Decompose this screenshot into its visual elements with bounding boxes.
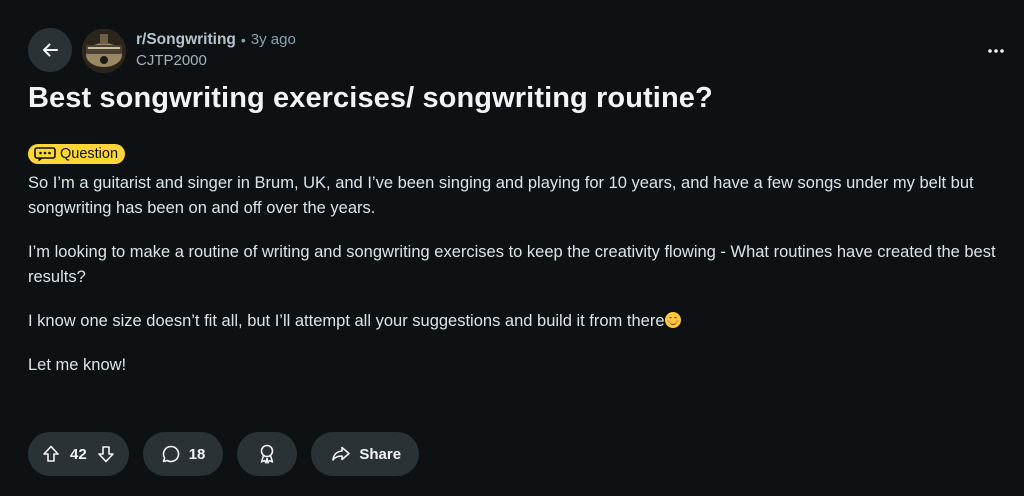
subreddit-avatar[interactable] bbox=[82, 29, 126, 73]
arrow-left-icon bbox=[40, 40, 60, 60]
meta-separator: • bbox=[240, 32, 246, 48]
upvote-button[interactable] bbox=[40, 443, 62, 465]
post-paragraph-text: I know one size doesn’t fit all, but I’l… bbox=[28, 312, 665, 330]
chat-bubble-icon bbox=[34, 147, 56, 161]
more-options-button[interactable] bbox=[984, 40, 1008, 62]
comment-count: 18 bbox=[188, 445, 206, 463]
share-button[interactable]: Share bbox=[311, 432, 420, 476]
post-paragraph: Let me know! bbox=[28, 356, 127, 374]
ellipsis-icon bbox=[987, 48, 1005, 54]
post-flair[interactable]: Question bbox=[28, 144, 126, 164]
post-paragraph: I’m looking to make a routine of writing… bbox=[28, 243, 996, 286]
share-label: Share bbox=[359, 445, 402, 463]
post-header: r/Songwriting • 3y ago CJTP2000 bbox=[28, 26, 1008, 76]
post-timestamp: 3y ago bbox=[250, 31, 296, 48]
post-paragraph: So I’m a guitarist and singer in Brum, U… bbox=[28, 174, 974, 217]
vote-count: 42 bbox=[70, 445, 87, 463]
post-meta: r/Songwriting • 3y ago CJTP2000 bbox=[136, 30, 296, 69]
speech-bubble-icon bbox=[161, 444, 181, 464]
post-body: So I’m a guitarist and singer in Brum, U… bbox=[28, 171, 1008, 397]
smiling-face-icon bbox=[664, 312, 681, 328]
author-link[interactable]: CJTP2000 bbox=[136, 52, 296, 69]
subreddit-link[interactable]: r/Songwriting bbox=[136, 30, 236, 50]
vote-control: 42 bbox=[28, 432, 129, 476]
post-actions: 42 18 Share bbox=[28, 432, 420, 476]
post-paragraph: I know one size doesn’t fit all, but I’l… bbox=[28, 309, 1008, 334]
share-arrow-icon bbox=[331, 444, 351, 464]
award-icon bbox=[257, 443, 277, 465]
arrow-down-icon bbox=[96, 444, 116, 464]
arrow-up-icon bbox=[41, 444, 61, 464]
comments-button[interactable]: 18 bbox=[142, 432, 224, 476]
back-button[interactable] bbox=[28, 28, 72, 72]
downvote-button[interactable] bbox=[95, 443, 117, 465]
award-button[interactable] bbox=[237, 432, 298, 476]
post-title[interactable]: Best songwriting exercises/ songwriting … bbox=[28, 82, 713, 115]
flair-label: Question bbox=[60, 146, 119, 162]
